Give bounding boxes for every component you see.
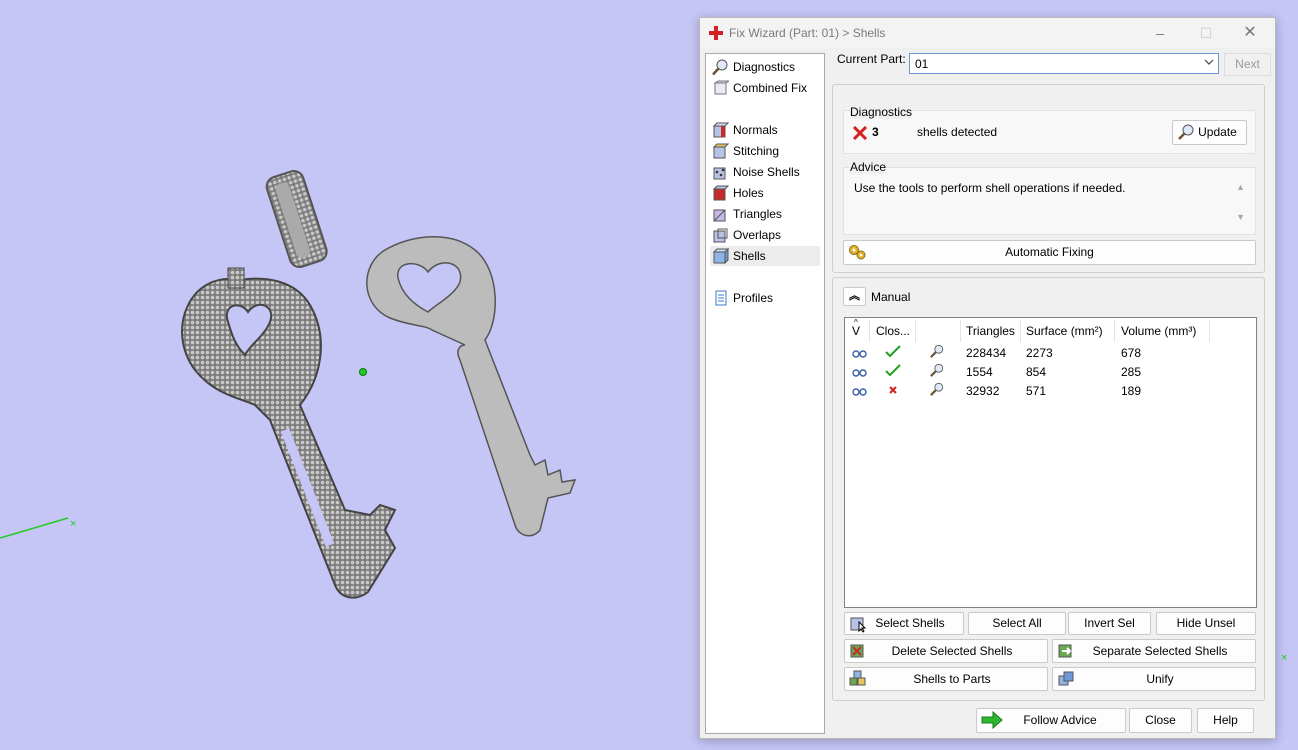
nav-item-normals[interactable]: Normals [710, 120, 820, 140]
select-cube-icon [850, 617, 867, 633]
model-scene: × × [0, 170, 1289, 668]
check-icon [885, 345, 901, 358]
nav-item-profiles[interactable]: Profiles [710, 288, 820, 308]
magnifier-icon[interactable] [929, 363, 945, 377]
axis-marker-right: × [1281, 652, 1288, 664]
nav-item-stitching[interactable]: Stitching [710, 141, 820, 161]
nav-item-overlaps[interactable]: Overlaps [710, 225, 820, 245]
invert-sel-button[interactable]: Invert Sel [1068, 612, 1151, 635]
select-shells-button[interactable]: Select Shells [844, 612, 964, 635]
manual-title: Manual [871, 290, 911, 304]
current-part-select[interactable]: 01 [909, 53, 1219, 74]
current-part-label: Current Part: [837, 52, 906, 66]
collapse-manual-button[interactable]: ︽ [843, 287, 866, 306]
hide-unsel-button[interactable]: Hide Unsel [1156, 612, 1256, 635]
shells-cube-icon [712, 248, 729, 265]
pivot-point [359, 368, 367, 376]
beaded-key-model [181, 267, 397, 599]
current-part-value: 01 [915, 57, 929, 71]
visibility-glasses-icon[interactable] [852, 346, 868, 360]
scroll-down-icon[interactable]: ▼ [1236, 212, 1245, 222]
nav-item-shells[interactable]: Shells [710, 246, 820, 266]
window-title: Fix Wizard (Part: 01) > Shells [729, 26, 886, 40]
stitching-cube-icon [712, 143, 729, 159]
update-button[interactable]: Update [1172, 120, 1247, 145]
holes-cube-icon [712, 185, 729, 201]
shells-table[interactable]: V ^ Clos... Triangles Surface (mm²) Volu… [844, 317, 1257, 608]
gears-icon [849, 245, 866, 260]
table-row[interactable]: 1554 854 285 [845, 362, 1254, 381]
table-row[interactable]: 228434 2273 678 [845, 343, 1254, 362]
close-button[interactable]: Close [1129, 708, 1192, 733]
nav-item-noise-shells[interactable]: Noise Shells [710, 162, 820, 182]
shells-detected-text: shells detected [917, 125, 998, 139]
visibility-glasses-icon[interactable] [852, 384, 868, 398]
advice-title: Advice [850, 160, 887, 174]
automatic-fixing-button[interactable]: Automatic Fixing [843, 240, 1256, 265]
select-all-button[interactable]: Select All [968, 612, 1066, 635]
scroll-up-icon[interactable]: ▲ [1236, 182, 1245, 192]
overlaps-cube-icon [713, 228, 728, 243]
triangles-cube-icon [713, 209, 726, 222]
profiles-document-icon [715, 290, 727, 306]
error-x-icon [852, 126, 868, 140]
flat-key-model [366, 236, 577, 537]
magnifier-icon [1178, 124, 1194, 140]
nav-item-combined-fix[interactable]: Combined Fix [710, 78, 820, 98]
unify-icon [1058, 671, 1074, 686]
delete-shell-icon [850, 644, 864, 658]
red-cross-icon [709, 26, 723, 40]
follow-advice-button[interactable]: Follow Advice [976, 708, 1126, 733]
next-button[interactable]: Next [1224, 53, 1271, 76]
bail-ring-model [265, 170, 328, 269]
minimize-button[interactable]: – [1140, 21, 1180, 45]
axis-line [0, 517, 69, 539]
unify-button[interactable]: Unify [1052, 667, 1256, 691]
nav-item-diagnostics[interactable]: Diagnostics [710, 57, 820, 77]
combined-fix-icon [713, 80, 729, 95]
shell-count: 3 [872, 125, 879, 139]
wizard-nav: Diagnostics Combined Fix Normals Stitchi… [705, 53, 825, 734]
nav-item-triangles[interactable]: Triangles [710, 204, 820, 224]
window-close-button[interactable]: ✕ [1230, 21, 1270, 45]
delete-selected-shells-button[interactable]: Delete Selected Shells [844, 639, 1048, 663]
col-header-closed[interactable]: Clos... [876, 324, 910, 338]
noise-shells-icon [713, 167, 726, 180]
table-row[interactable]: 32932 571 189 [845, 381, 1254, 400]
diagnostics-panel: 3 shells detected Update Diagnostics Use… [832, 84, 1265, 273]
magnifier-icon [712, 59, 728, 76]
separate-selected-shells-button[interactable]: Separate Selected Shells [1052, 639, 1256, 663]
help-button[interactable]: Help [1197, 708, 1254, 733]
normals-cube-icon [712, 122, 729, 138]
magnifier-icon[interactable] [929, 344, 945, 358]
nav-item-holes[interactable]: Holes [710, 183, 820, 203]
error-x-icon [889, 386, 897, 394]
axis-x-marker: × [70, 518, 76, 530]
fix-wizard-window: Fix Wizard (Part: 01) > Shells – ☐ ✕ Dia… [699, 17, 1276, 739]
visibility-glasses-icon[interactable] [852, 365, 868, 379]
col-header-surface[interactable]: Surface (mm²) [1026, 324, 1103, 338]
advice-group: Use the tools to perform shell operation… [843, 167, 1256, 235]
double-chevron-up-icon: ︽ [849, 290, 860, 302]
diagnostics-title: Diagnostics [850, 105, 913, 119]
title-bar[interactable]: Fix Wizard (Part: 01) > Shells – ☐ ✕ [700, 18, 1275, 48]
shells-to-parts-button[interactable]: Shells to Parts [844, 667, 1048, 691]
advice-text: Use the tools to perform shell operation… [854, 181, 1126, 195]
magnifier-icon[interactable] [929, 382, 945, 396]
col-header-volume[interactable]: Volume (mm³) [1121, 324, 1196, 338]
shells-to-parts-icon [849, 670, 866, 686]
maximize-button[interactable]: ☐ [1186, 21, 1226, 45]
separate-shell-icon [1058, 644, 1072, 658]
green-arrow-icon [981, 711, 1003, 729]
col-header-triangles[interactable]: Triangles [966, 324, 1015, 338]
sort-indicator-icon: ^ [854, 318, 858, 327]
check-icon [885, 364, 901, 377]
chevron-down-icon [1204, 59, 1214, 65]
